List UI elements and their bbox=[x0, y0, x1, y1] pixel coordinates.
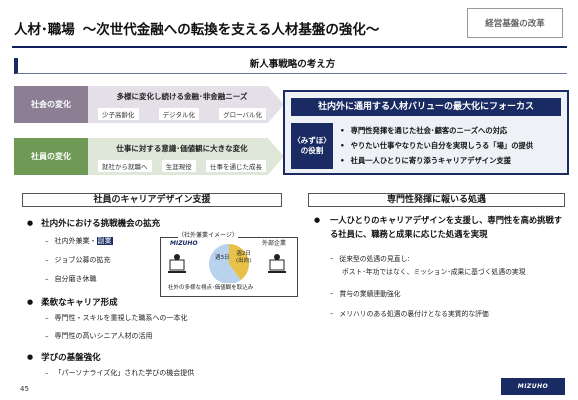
right-item-text: メリハリのある処遇の裏付けとなる実質的な評価 bbox=[339, 310, 489, 318]
figure-footer: 社外の多様な視点･価値観を取込み bbox=[168, 283, 254, 291]
society-change-chips: 少子高齢化 デジタル化 グローバル化 bbox=[92, 108, 272, 120]
left-group-title: 柔軟なキャリア形成 bbox=[27, 296, 118, 308]
value-panel-item: やりたい仕事やなりたい自分を実現しうる「場」の提供 bbox=[340, 138, 533, 153]
left-group-item: 専門性の高いシニア人材の活用 bbox=[45, 331, 153, 341]
chip: 就社から就職へ bbox=[98, 160, 152, 172]
dash-icon: – bbox=[330, 310, 334, 318]
left-group-item: 「パーソナライズ化」された学びの機会提供 bbox=[45, 368, 195, 378]
value-panel-item: 社員一人ひとりに寄り添うキャリアデザイン支援 bbox=[340, 153, 533, 168]
item-text: 社内外兼業・ bbox=[54, 237, 97, 245]
dash-icon: – bbox=[330, 290, 334, 298]
page-subtitle: ～次世代金融への転換を支える人材基盤の強化～ bbox=[82, 22, 380, 38]
society-change-content: 多様に変化し続ける金融･非金融ニーズ 少子高齢化 デジタル化 グローバル化 bbox=[92, 86, 272, 123]
chip: デジタル化 bbox=[158, 108, 199, 120]
category-tag: 経営基盤の改革 bbox=[467, 8, 563, 38]
dash-icon: – bbox=[330, 255, 334, 263]
left-group-title: 学びの基盤強化 bbox=[27, 351, 101, 363]
left-group-item: ジョブ公募の拡充 bbox=[45, 255, 111, 265]
person-icon bbox=[168, 254, 186, 273]
page-title-main: 人材･職場 bbox=[14, 22, 75, 38]
role-line-1: 〈みずほ〉 bbox=[293, 136, 331, 146]
left-group-item: 社内外兼業・副業 bbox=[45, 236, 113, 246]
employee-change-main: 仕事に対する意識･価値観に大きな変化 bbox=[116, 144, 248, 153]
outside-days-line-2: (出向) bbox=[236, 258, 252, 264]
role-line-2: の役割 bbox=[300, 146, 324, 155]
outside-days-line-1: 週2日 bbox=[236, 251, 251, 257]
employee-change-content: 仕事に対する意識･価値観に大きな変化 就社から就職へ 生涯現役 仕事を通じた成長 bbox=[92, 138, 272, 175]
bullet-dot-icon: ● bbox=[314, 216, 321, 224]
right-item-continued: ポスト･年功ではなく、ミッション･成果に基づく処遇の実現 bbox=[342, 268, 526, 276]
figure-caption: （社外兼業イメージ） bbox=[178, 230, 238, 239]
value-panel-list: 専門性発揮を通じた社会･顧客のニーズへの対応 やりたい仕事やなりたい自分を実現し… bbox=[340, 123, 533, 168]
chip: グローバル化 bbox=[219, 108, 266, 120]
career-design-heading: 社員のキャリアデザイン支援 bbox=[22, 193, 282, 207]
society-change-label: 社会の変化 bbox=[14, 86, 88, 123]
society-change-main: 多様に変化し続ける金融･非金融ニーズ bbox=[116, 92, 248, 101]
value-panel: 社内外に通用する人材バリューの最大化にフォーカス 〈みずほ〉の役割 専門性発揮を… bbox=[283, 90, 569, 175]
highlight-text: 副業 bbox=[96, 237, 113, 245]
value-panel-item: 専門性発揮を通じた社会･顧客のニーズへの対応 bbox=[340, 123, 533, 138]
right-item: – 賞与の業績連動強化 bbox=[330, 288, 401, 300]
chip: 生涯現役 bbox=[161, 160, 196, 172]
page-number: 45 bbox=[20, 385, 29, 393]
right-item-text: 賞与の業績連動強化 bbox=[339, 290, 401, 298]
right-item: – 従来型の処遇の見直し: bbox=[330, 253, 410, 265]
employee-change-label: 社員の変化 bbox=[14, 138, 88, 175]
mizuho-label: MIZUHO bbox=[170, 240, 198, 247]
value-panel-heading: 社内外に通用する人材バリューの最大化にフォーカス bbox=[291, 98, 561, 116]
person-icon bbox=[268, 254, 286, 273]
chip: 少子高齢化 bbox=[98, 108, 139, 120]
left-group-item: 自分磨き休職 bbox=[45, 274, 97, 284]
side-job-figure: （社外兼業イメージ） MIZUHO 外部企業 週3日 週2日 (出向) 社外の多様… bbox=[160, 230, 298, 298]
left-group-title: 社内外における挑戦機会の拡充 bbox=[27, 217, 160, 229]
mizuho-role-box: 〈みずほ〉 の役割 bbox=[291, 123, 333, 169]
left-group-item: 専門性・スキルを重視した職系への一本化 bbox=[45, 313, 188, 323]
mizuho-logo: MIZUHO bbox=[501, 378, 565, 395]
right-item-text: 従来型の処遇の見直し: bbox=[339, 255, 410, 263]
section-title: 新人事戦略の考え方 bbox=[14, 58, 567, 74]
right-main-text: 一人ひとりのキャリアデザインを支援し、専門性を高め挑戦する社員に、職務と成果に応… bbox=[330, 215, 563, 239]
right-main-bullet: ● 一人ひとりのキャリアデザインを支援し、専門性を高め挑戦する社員に、職務と成果… bbox=[314, 213, 564, 241]
page-title: 人材･職場 ～次世代金融への転換を支える人材基盤の強化～ bbox=[14, 18, 379, 38]
employee-change-chips: 就社から就職へ 生涯現役 仕事を通じた成長 bbox=[92, 160, 272, 172]
chip: 仕事を通じた成長 bbox=[206, 160, 266, 172]
inside-days-label: 週3日 bbox=[215, 255, 230, 261]
external-company-label: 外部企業 bbox=[262, 240, 287, 247]
header-divider bbox=[12, 46, 567, 48]
outside-days-label: 週2日 (出向) bbox=[236, 251, 251, 265]
right-item: – メリハリのある処遇の裏付けとなる実質的な評価 bbox=[330, 308, 489, 320]
treatment-heading: 専門性発揮に報いる処遇 bbox=[308, 193, 565, 207]
